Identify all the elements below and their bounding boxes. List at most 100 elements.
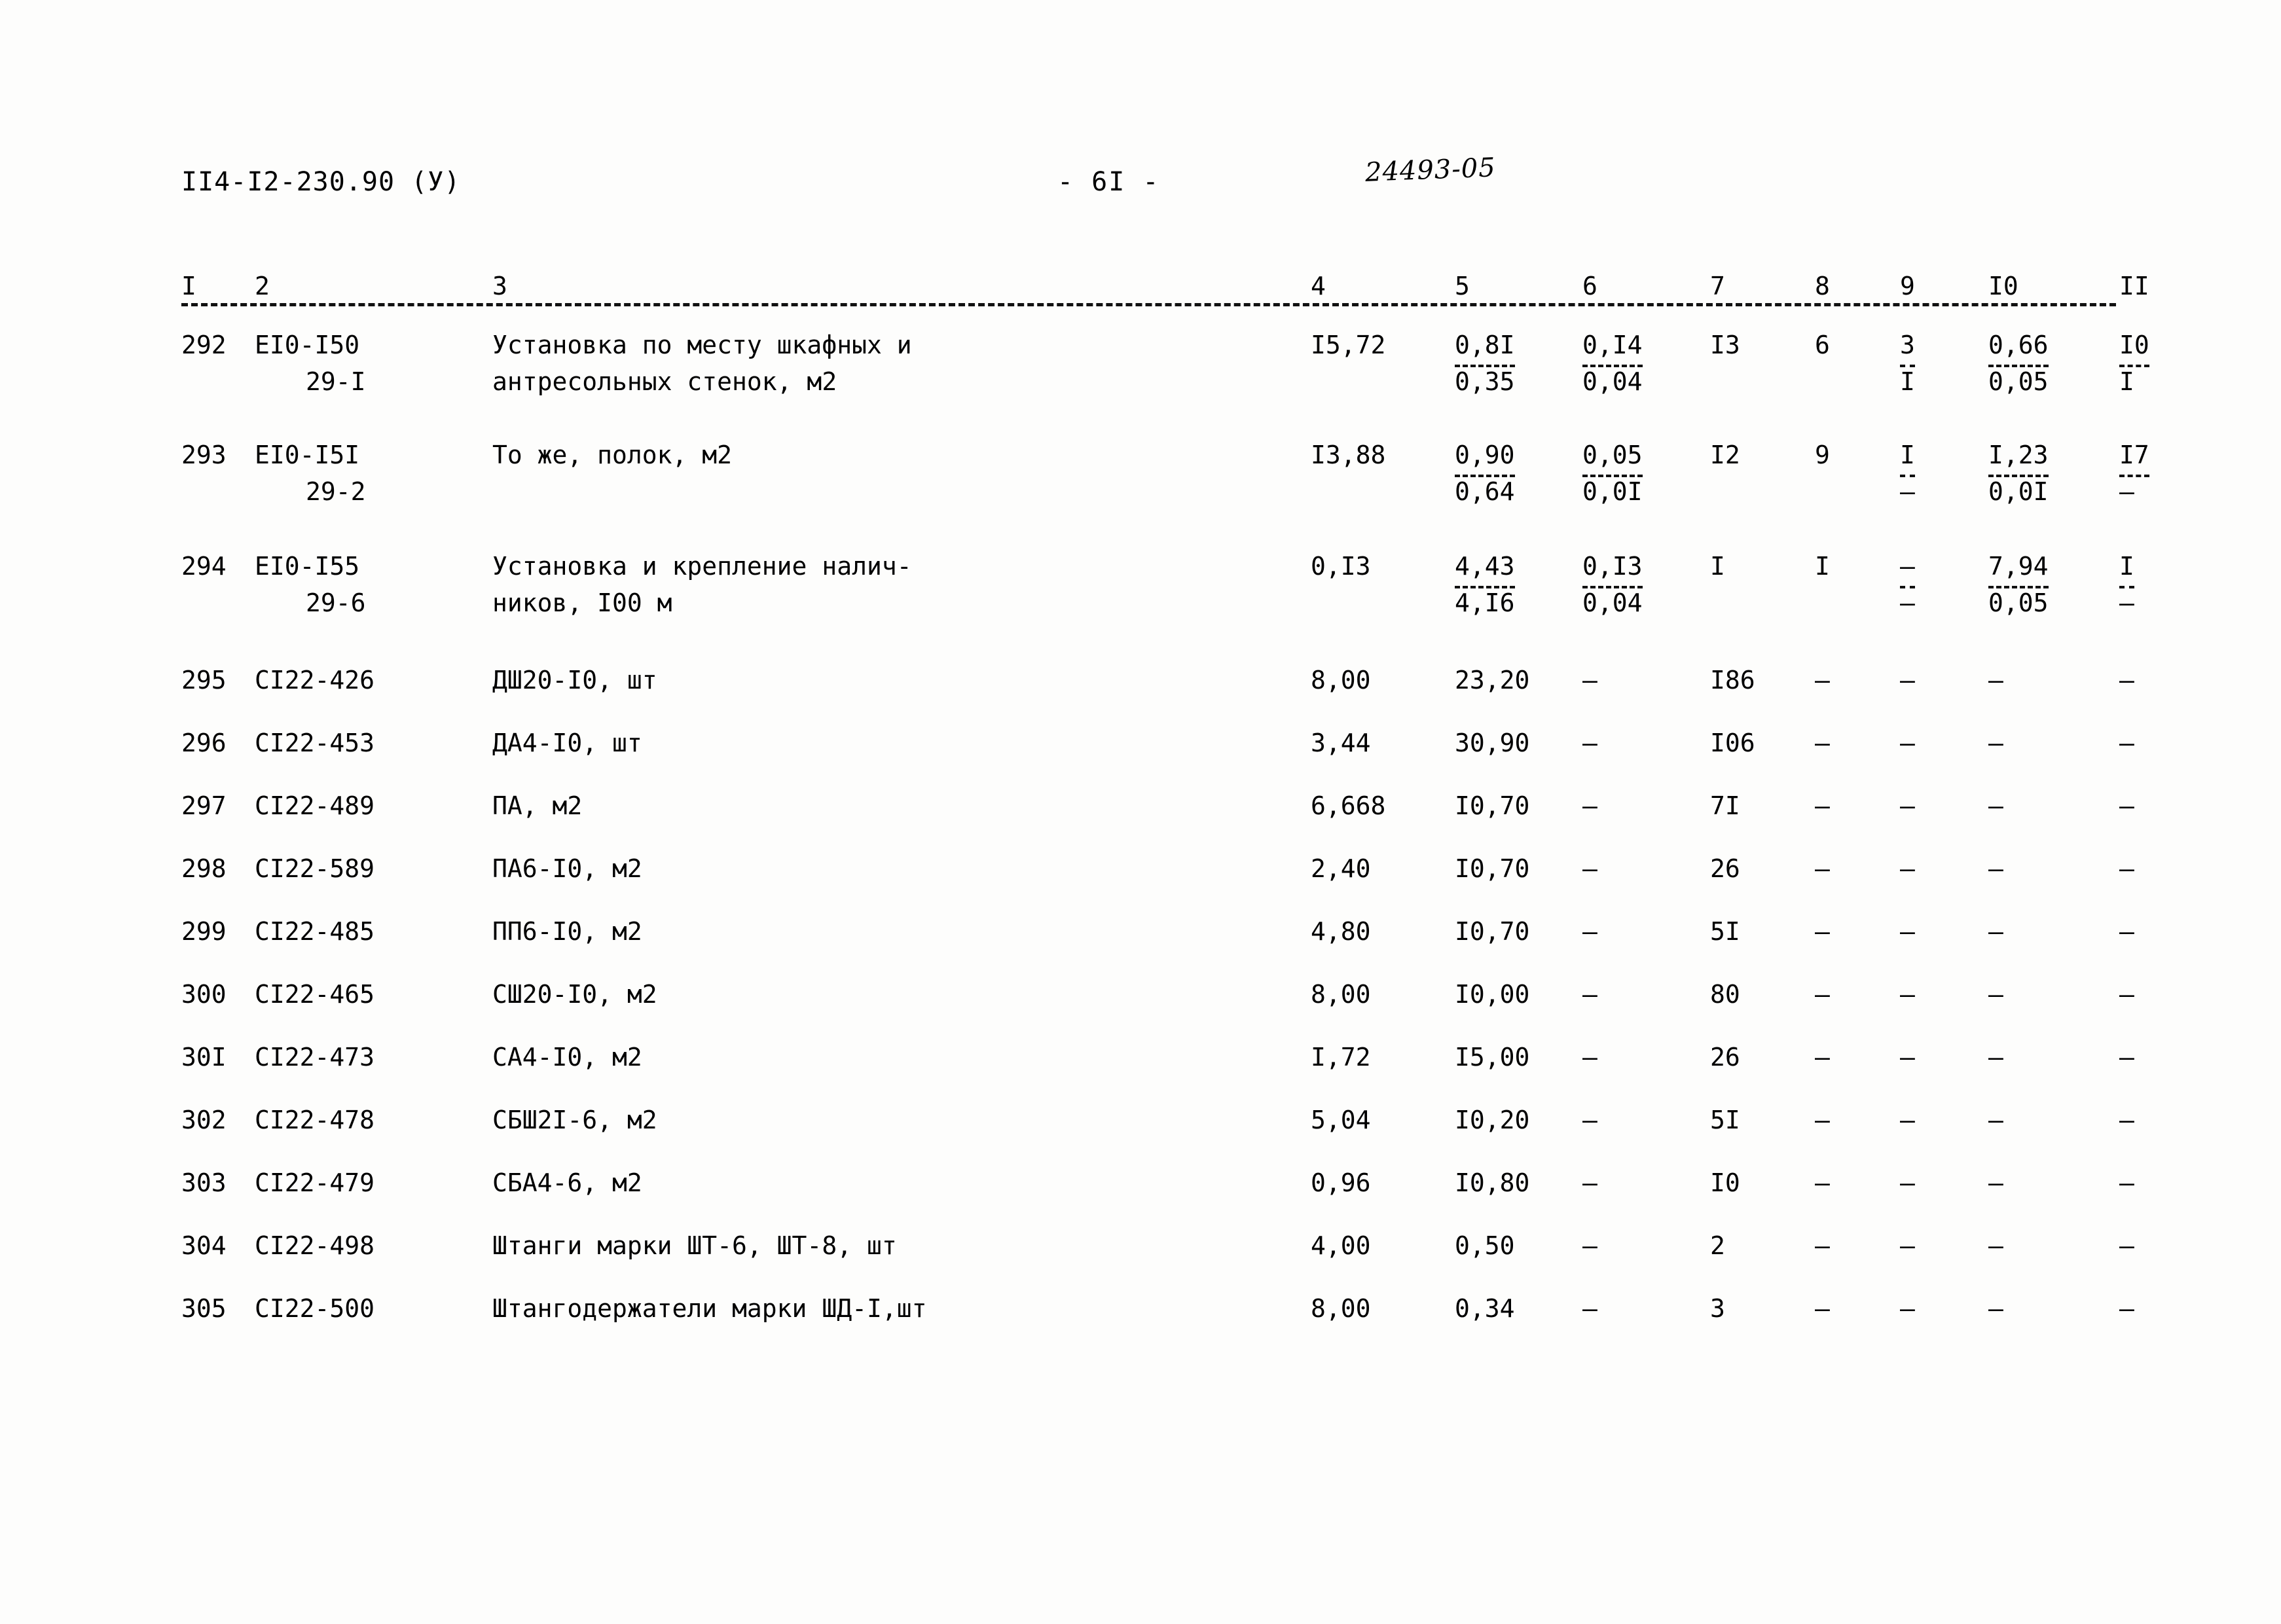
row-col11-upper: – bbox=[2119, 1231, 2134, 1260]
row-col5-upper: 0,8I bbox=[1455, 327, 1515, 367]
row-col6-upper: 0,I3 bbox=[1582, 548, 1643, 588]
row-col7-value: 80 bbox=[1710, 980, 1740, 1009]
row-col4-quantity: 8,00 bbox=[1311, 980, 1371, 1009]
row-col6-upper: – bbox=[1582, 666, 1597, 695]
row-number: 302 bbox=[181, 1106, 227, 1134]
row-col6-lower: 0,04 bbox=[1582, 588, 1643, 617]
row-col4-quantity: I5,72 bbox=[1311, 331, 1386, 359]
row-col10-upper: – bbox=[1988, 1294, 2003, 1323]
row-number: 304 bbox=[181, 1231, 227, 1260]
row-col8-value: – bbox=[1815, 1231, 1830, 1260]
row-number: 296 bbox=[181, 729, 227, 757]
row-number: 292 bbox=[181, 331, 227, 359]
row-code-second-line: 29-6 bbox=[306, 588, 366, 617]
row-col11-upper: – bbox=[2119, 666, 2134, 695]
row-col5-upper: 0,34 bbox=[1455, 1294, 1515, 1323]
row-col9-upper: – bbox=[1900, 1231, 1915, 1260]
row-col11-upper: – bbox=[2119, 1168, 2134, 1197]
row-number: 303 bbox=[181, 1168, 227, 1197]
row-col11-lower: I bbox=[2119, 367, 2134, 396]
document-code: II4-I2-230.90 (У) bbox=[181, 167, 461, 197]
row-col6-upper: 0,05 bbox=[1582, 437, 1643, 477]
column-header-11: II bbox=[2119, 272, 2149, 300]
row-number: 295 bbox=[181, 666, 227, 695]
row-col11-upper: I bbox=[2119, 548, 2134, 588]
row-description: ПА, м2 bbox=[492, 791, 583, 820]
row-col6-lower: 0,0I bbox=[1582, 477, 1643, 506]
row-description: ДШ20-I0, шт bbox=[492, 666, 657, 695]
header-rule bbox=[181, 303, 2116, 306]
row-col4-quantity: 2,40 bbox=[1311, 854, 1371, 883]
row-col8-value: – bbox=[1815, 854, 1830, 883]
row-code: СI22-465 bbox=[255, 980, 375, 1009]
row-description: Установка по месту шкафных и bbox=[492, 331, 912, 359]
row-col9-upper: – bbox=[1900, 729, 1915, 757]
row-col9-upper: – bbox=[1900, 1043, 1915, 1072]
page-header: II4-I2-230.90 (У) - 6I - 24493-05 bbox=[0, 153, 2281, 206]
row-col4-quantity: 3,44 bbox=[1311, 729, 1371, 757]
row-description-second-line: антресольных стенок, м2 bbox=[492, 367, 837, 396]
row-col4-quantity: 0,96 bbox=[1311, 1168, 1371, 1197]
row-col10-upper: – bbox=[1988, 729, 2003, 757]
row-col5-upper: I5,00 bbox=[1455, 1043, 1530, 1072]
row-code: СI22-479 bbox=[255, 1168, 375, 1197]
row-col5-lower: 0,35 bbox=[1455, 367, 1515, 396]
row-col10-upper: – bbox=[1988, 854, 2003, 883]
row-col11-upper: – bbox=[2119, 1106, 2134, 1134]
row-col6-upper: – bbox=[1582, 1294, 1597, 1323]
row-code: СI22-473 bbox=[255, 1043, 375, 1072]
row-description: Установка и крепление налич- bbox=[492, 552, 912, 581]
row-col8-value: – bbox=[1815, 791, 1830, 820]
row-col9-upper: – bbox=[1900, 854, 1915, 883]
row-description: СБШ2I-6, м2 bbox=[492, 1106, 657, 1134]
row-col11-lower: – bbox=[2119, 477, 2134, 506]
row-number: 299 bbox=[181, 917, 227, 946]
row-col11-upper: – bbox=[2119, 1294, 2134, 1323]
row-col5-upper: I0,80 bbox=[1455, 1168, 1530, 1197]
row-col7-value: 26 bbox=[1710, 1043, 1740, 1072]
row-col8-value: 9 bbox=[1815, 441, 1830, 469]
row-col6-upper: – bbox=[1582, 917, 1597, 946]
row-code: СI22-453 bbox=[255, 729, 375, 757]
row-col10-upper: – bbox=[1988, 666, 2003, 695]
row-col5-upper: 0,90 bbox=[1455, 437, 1515, 477]
row-col9-lower: I bbox=[1900, 367, 1915, 396]
row-code: СI22-478 bbox=[255, 1106, 375, 1134]
row-col8-value: – bbox=[1815, 1168, 1830, 1197]
row-col4-quantity: 8,00 bbox=[1311, 1294, 1371, 1323]
row-col5-upper: I0,00 bbox=[1455, 980, 1530, 1009]
row-col5-upper: I0,20 bbox=[1455, 1106, 1530, 1134]
row-code: СI22-500 bbox=[255, 1294, 375, 1323]
column-header-10: I0 bbox=[1988, 272, 2018, 300]
row-col10-lower: 0,0I bbox=[1988, 477, 2049, 506]
row-col5-lower: 4,I6 bbox=[1455, 588, 1515, 617]
row-col8-value: – bbox=[1815, 917, 1830, 946]
row-col10-upper: – bbox=[1988, 1106, 2003, 1134]
row-description: СШ20-I0, м2 bbox=[492, 980, 657, 1009]
row-col9-upper: – bbox=[1900, 666, 1915, 695]
row-col11-upper: I7 bbox=[2119, 437, 2149, 477]
row-col6-upper: – bbox=[1582, 1168, 1597, 1197]
table-column-headers: I 2 3 4 5 6 7 8 9 I0 II bbox=[181, 272, 2149, 312]
row-col5-upper: 4,43 bbox=[1455, 548, 1515, 588]
row-code: ЕI0-I5I bbox=[255, 441, 360, 469]
row-description: То же, полок, м2 bbox=[492, 441, 733, 469]
row-col5-lower: 0,64 bbox=[1455, 477, 1515, 506]
row-col6-lower: 0,04 bbox=[1582, 367, 1643, 396]
row-col4-quantity: I,72 bbox=[1311, 1043, 1371, 1072]
row-description: СБА4-6, м2 bbox=[492, 1168, 642, 1197]
handwritten-stamp-number: 24493-05 bbox=[1364, 153, 1497, 188]
row-col10-upper: – bbox=[1988, 980, 2003, 1009]
row-col4-quantity: 0,I3 bbox=[1311, 552, 1371, 581]
row-col7-value: 5I bbox=[1710, 917, 1740, 946]
row-col10-upper: – bbox=[1988, 1043, 2003, 1072]
row-col5-upper: 23,20 bbox=[1455, 666, 1530, 695]
table-body: 292 ЕI0-I50 29-I Установка по месту шкафных… bbox=[181, 327, 2149, 1369]
row-col10-upper: – bbox=[1988, 791, 2003, 820]
row-col8-value: – bbox=[1815, 1294, 1830, 1323]
row-col8-value: I bbox=[1815, 552, 1830, 581]
row-col9-lower: – bbox=[1900, 588, 1915, 617]
column-header-6: 6 bbox=[1582, 272, 1597, 300]
row-col11-upper: – bbox=[2119, 1043, 2134, 1072]
row-code: ЕI0-I50 bbox=[255, 331, 360, 359]
